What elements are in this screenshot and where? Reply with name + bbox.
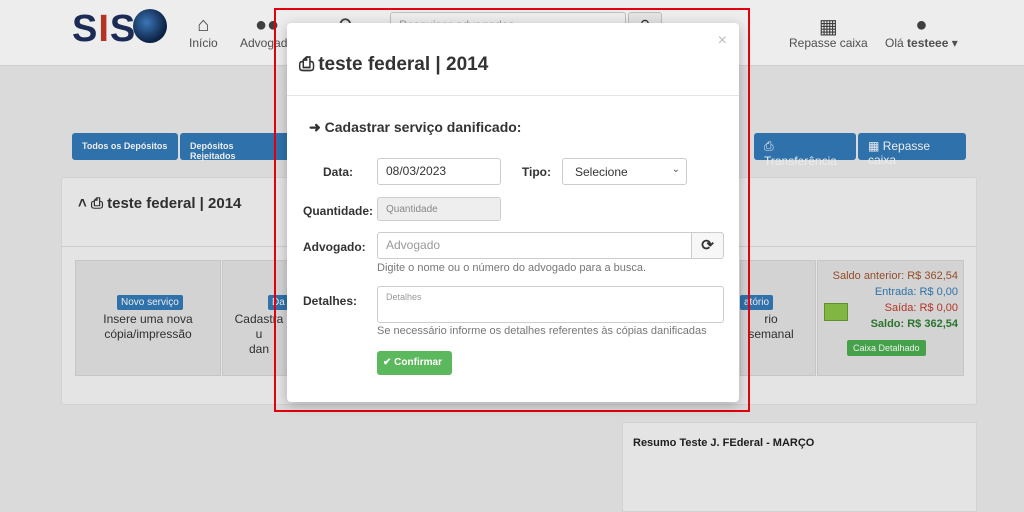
- modal-dialog: × ⎙ teste federal | 2014 ➜ Cadastrar serv…: [287, 23, 739, 402]
- chevron-down-icon: ⌄: [671, 164, 680, 175]
- refresh-icon: ⟳: [701, 237, 714, 254]
- detalhes-help-text: Se necessário informe os detalhes refere…: [377, 325, 707, 337]
- close-icon[interactable]: ×: [718, 32, 727, 50]
- arrow-right-icon: ➜: [309, 119, 321, 135]
- refresh-button[interactable]: ⟳: [691, 232, 724, 259]
- data-field[interactable]: 08/03/2023: [377, 158, 501, 185]
- print-icon: ⎙: [299, 54, 315, 75]
- data-label: Data:: [322, 165, 353, 179]
- tipo-select[interactable]: Selecione ⌄: [562, 158, 687, 185]
- advogado-label: Advogado:: [303, 240, 366, 254]
- advogado-field[interactable]: Advogado: [377, 232, 692, 259]
- detalhes-label: Detalhes:: [303, 294, 358, 308]
- check-icon: ✔: [383, 357, 392, 368]
- confirm-button[interactable]: ✔ Confirmar: [377, 351, 452, 375]
- modal-title: ⎙ teste federal | 2014: [299, 54, 489, 75]
- advogado-help-text: Digite o nome ou o número do advogado pa…: [377, 262, 647, 274]
- quantidade-label: Quantidade:: [303, 204, 374, 218]
- quantidade-field[interactable]: Quantidade: [377, 197, 501, 221]
- modal-header-divider: [287, 95, 739, 96]
- modal-subtitle: ➜ Cadastrar serviço danificado:: [309, 119, 522, 135]
- tipo-label: Tipo:: [521, 165, 551, 179]
- detalhes-textarea[interactable]: Detalhes: [377, 286, 724, 323]
